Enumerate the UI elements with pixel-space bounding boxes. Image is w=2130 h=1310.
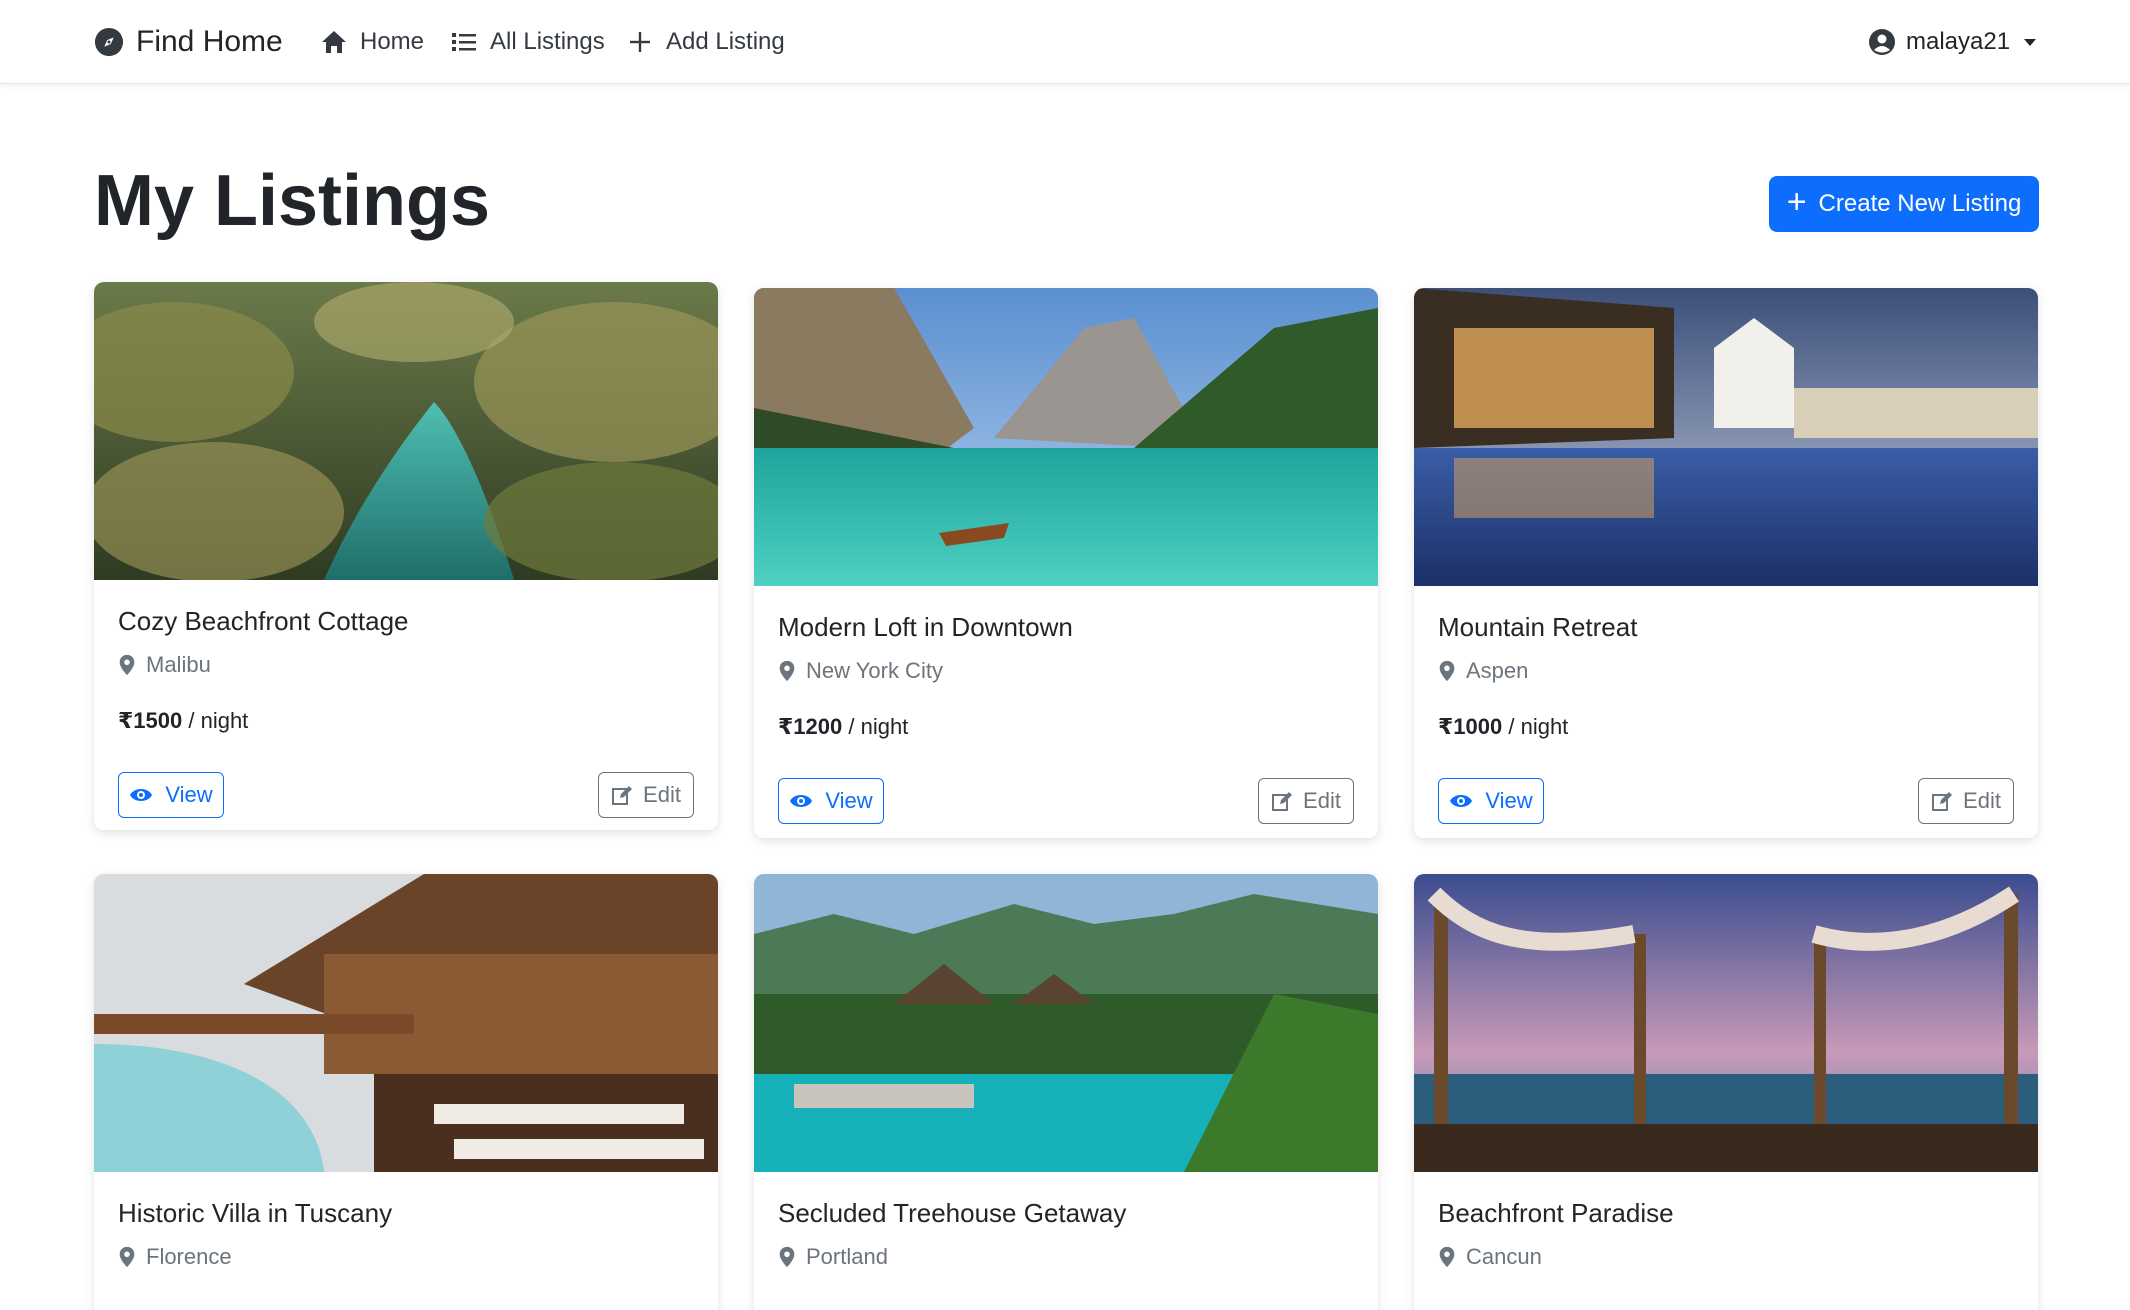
view-button[interactable]: View — [778, 778, 884, 824]
listing-card: Cozy Beachfront Cottage Malibu ₹1500 / n… — [94, 282, 718, 830]
location-label: Florence — [146, 1244, 232, 1269]
listing-location: Florence — [118, 1244, 232, 1270]
nav-add-listing[interactable]: Add Listing — [626, 24, 785, 60]
caret-down-icon — [2024, 38, 2037, 46]
price-value: ₹1200 — [778, 714, 843, 739]
create-new-listing-button[interactable]: + Create New Listing — [1769, 176, 2039, 232]
nav-all-listings[interactable]: All Listings — [450, 24, 605, 60]
listing-image — [94, 282, 718, 580]
price-unit: / night — [1502, 714, 1569, 739]
beach-cabana-image — [1414, 874, 2038, 1172]
eye-icon — [1450, 795, 1473, 807]
map-pin-icon — [779, 1246, 795, 1268]
listing-image — [94, 874, 718, 1172]
edit-button[interactable]: Edit — [598, 772, 694, 818]
edit-label: Edit — [1303, 788, 1341, 813]
view-button[interactable]: View — [118, 772, 224, 818]
listing-title: Secluded Treehouse Getaway — [778, 1198, 1127, 1228]
listing-title: Modern Loft in Downtown — [778, 612, 1073, 642]
brand-link[interactable]: Find Home — [94, 22, 283, 62]
edit-icon — [612, 786, 633, 805]
edit-button[interactable]: Edit — [1918, 778, 2014, 824]
top-navbar: Find Home Home All Listings Add Listing … — [0, 0, 2130, 84]
user-menu-toggle[interactable]: malaya21 — [1868, 24, 2037, 60]
compass-icon — [94, 27, 124, 57]
map-pin-icon — [119, 1246, 135, 1268]
resort-pool-image — [1414, 288, 2038, 586]
listing-image — [754, 288, 1378, 586]
listing-image — [1414, 288, 2038, 586]
mountain-lake-image — [754, 288, 1378, 586]
nav-home-label: Home — [360, 28, 425, 55]
price-unit: / night — [842, 714, 909, 739]
edit-icon — [1932, 792, 1953, 811]
home-icon — [322, 31, 346, 53]
brand-label: Find Home — [136, 25, 283, 58]
listing-price: ₹1500 / night — [118, 708, 248, 734]
listing-title: Historic Villa in Tuscany — [118, 1198, 393, 1228]
listing-location: New York City — [778, 658, 943, 684]
listing-image — [1414, 874, 2038, 1172]
map-pin-icon — [779, 660, 795, 682]
price-unit: / night — [182, 708, 249, 733]
view-label: View — [165, 782, 213, 807]
nav-add-listing-label: Add Listing — [666, 28, 785, 55]
view-label: View — [1485, 788, 1533, 813]
listing-card: Historic Villa in Tuscany Florence — [94, 874, 718, 1310]
listing-location: Malibu — [118, 652, 211, 678]
location-label: Aspen — [1466, 658, 1529, 683]
edit-label: Edit — [643, 782, 681, 807]
username: malaya21 — [1906, 28, 2011, 55]
edit-button[interactable]: Edit — [1258, 778, 1354, 824]
view-button[interactable]: View — [1438, 778, 1544, 824]
nav-home[interactable]: Home — [320, 24, 424, 60]
user-circle-icon — [1869, 29, 1895, 55]
nav-all-listings-label: All Listings — [490, 28, 605, 55]
map-pin-icon — [1439, 1246, 1455, 1268]
view-label: View — [825, 788, 873, 813]
listing-card: Beachfront Paradise Cancun — [1414, 874, 2038, 1310]
location-label: Portland — [806, 1244, 888, 1269]
tropical-pool-image — [754, 874, 1378, 1172]
map-pin-icon — [1439, 660, 1455, 682]
edit-icon — [1272, 792, 1293, 811]
listing-title: Cozy Beachfront Cottage — [118, 606, 409, 636]
edit-label: Edit — [1963, 788, 2001, 813]
location-label: New York City — [806, 658, 943, 683]
listing-location: Cancun — [1438, 1244, 1542, 1270]
plus-icon — [630, 32, 650, 52]
page-title: My Listings — [94, 161, 491, 241]
jungle-lagoon-image — [94, 282, 718, 580]
eye-icon — [790, 795, 813, 807]
listing-title: Mountain Retreat — [1438, 612, 1638, 642]
villa-pool-image — [94, 874, 718, 1172]
listing-image — [754, 874, 1378, 1172]
list-icon — [452, 33, 476, 51]
listing-location: Aspen — [1438, 658, 1528, 684]
price-value: ₹1500 — [118, 708, 183, 733]
listing-price: ₹1000 / night — [1438, 714, 1568, 740]
listing-card: Modern Loft in Downtown New York City ₹1… — [754, 288, 1378, 838]
create-new-listing-label: Create New Listing — [1818, 190, 2022, 217]
location-label: Cancun — [1466, 1244, 1542, 1269]
map-pin-icon — [119, 654, 135, 676]
eye-icon — [130, 789, 153, 801]
location-label: Malibu — [146, 652, 211, 677]
listing-title: Beachfront Paradise — [1438, 1198, 1674, 1228]
plus-icon: + — [1786, 183, 1807, 221]
listing-card: Mountain Retreat Aspen ₹1000 / night Vie… — [1414, 288, 2038, 838]
price-value: ₹1000 — [1438, 714, 1503, 739]
listing-price: ₹1200 / night — [778, 714, 908, 740]
listing-location: Portland — [778, 1244, 888, 1270]
listing-card: Secluded Treehouse Getaway Portland — [754, 874, 1378, 1310]
